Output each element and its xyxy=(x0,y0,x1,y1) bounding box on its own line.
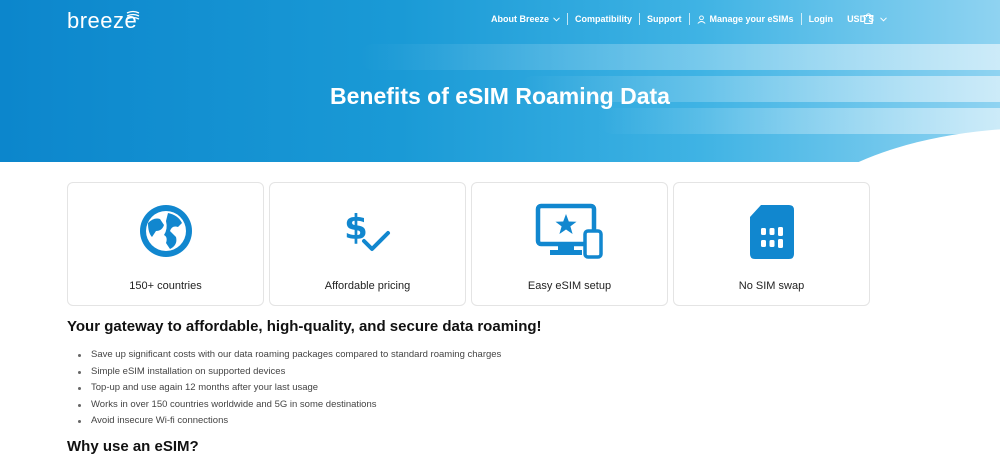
list-item: Top-up and use again 12 months after you… xyxy=(77,380,501,397)
hero-banner: breeze About Breeze Compatibility Suppor… xyxy=(0,0,1000,162)
feature-card-countries: 150+ countries xyxy=(67,182,264,306)
cart-icon[interactable] xyxy=(862,12,875,25)
nav-manage-esims[interactable]: Manage your eSIMs xyxy=(690,14,801,24)
hero-stripe xyxy=(600,108,1000,134)
benefit-list: Save up significant costs with our data … xyxy=(77,347,501,430)
nav-about-breeze-label: About Breeze xyxy=(491,14,550,24)
feature-card-no-swap: No SIM swap xyxy=(673,182,870,306)
feature-label: Easy eSIM setup xyxy=(527,280,612,292)
sim-card-icon xyxy=(749,205,794,259)
list-item: Save up significant costs with our data … xyxy=(77,347,501,364)
list-item: Simple eSIM installation on supported de… xyxy=(77,364,501,381)
feature-label: 150+ countries xyxy=(129,280,202,292)
dollar-check-icon: $ xyxy=(344,208,390,251)
page-title: Benefits of eSIM Roaming Data xyxy=(330,83,670,109)
nav-support[interactable]: Support xyxy=(640,14,689,24)
devices-star-icon xyxy=(535,203,603,259)
feature-label: No SIM swap xyxy=(738,280,805,292)
chevron-down-icon xyxy=(553,16,560,22)
nav-about-breeze[interactable]: About Breeze xyxy=(484,14,567,24)
feature-card-pricing: $ Affordable pricing xyxy=(269,182,466,306)
feature-card-setup: Easy eSIM setup xyxy=(471,182,668,306)
chevron-down-icon xyxy=(879,16,887,22)
logo-waves-icon xyxy=(126,10,140,20)
list-item: Works in over 150 countries worldwide an… xyxy=(77,397,501,414)
gateway-heading: Your gateway to affordable, high-quality… xyxy=(67,318,542,335)
nav-login[interactable]: Login xyxy=(802,14,841,24)
user-icon xyxy=(697,14,706,24)
feature-cards: 150+ countries $ Affordable pricing Easy… xyxy=(67,182,870,306)
why-heading: Why use an eSIM? xyxy=(67,438,199,455)
feature-label: Affordable pricing xyxy=(324,280,411,292)
nav-compatibility[interactable]: Compatibility xyxy=(568,14,639,24)
main-nav: About Breeze Compatibility Support Manag… xyxy=(484,13,894,25)
nav-manage-esims-label: Manage your eSIMs xyxy=(709,14,794,24)
hero-stripe xyxy=(360,44,1000,70)
list-item: Avoid insecure Wi-fi connections xyxy=(77,413,501,430)
globe-icon xyxy=(139,205,192,257)
